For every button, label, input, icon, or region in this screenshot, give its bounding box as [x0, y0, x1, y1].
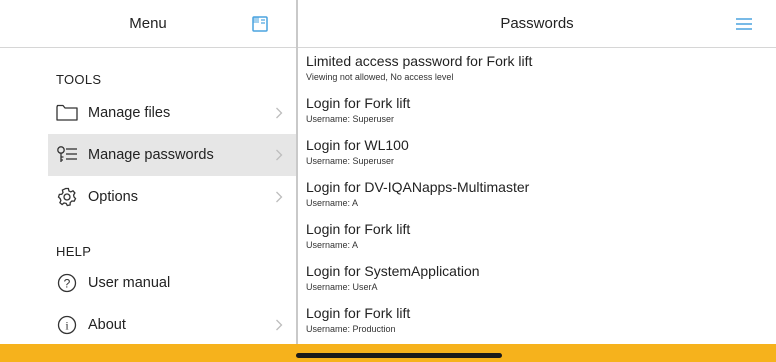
folder-icon — [56, 102, 78, 124]
password-subtitle: Username: A — [306, 198, 359, 208]
password-subtitle: Username: Superuser — [306, 156, 395, 166]
password-list-item[interactable]: Login for DV-IQANapps-Multimaster Userna… — [298, 174, 776, 216]
password-list-item[interactable]: Login for Fork lift Username: Production — [298, 300, 776, 342]
menu-item-label: User manual — [88, 275, 171, 291]
menu-item-label: Options — [88, 189, 138, 205]
chevron-right-icon — [272, 317, 286, 333]
menu-header: Menu — [0, 0, 296, 48]
sidebar-toggle-icon[interactable] — [250, 14, 270, 34]
password-list-item[interactable]: Login for Fork lift Username: Superuser — [298, 90, 776, 132]
password-list-item[interactable]: Login for WL100 Username: Superuser — [298, 132, 776, 174]
menu-item-options[interactable]: Options — [48, 176, 296, 218]
password-list-item[interactable]: Login for SystemApplication Username: Us… — [298, 258, 776, 300]
menu-item-user-manual[interactable]: ? User manual — [48, 262, 296, 304]
password-title: Login for DV-IQANapps-Multimaster — [306, 179, 530, 195]
home-indicator[interactable] — [296, 353, 502, 358]
menu-item-label: Manage passwords — [88, 147, 214, 163]
question-circle-icon: ? — [56, 272, 78, 294]
chevron-right-icon — [272, 147, 286, 163]
password-list: Limited access password for Fork lift Vi… — [298, 48, 776, 342]
passwords-title: Passwords — [500, 15, 574, 32]
password-subtitle: Username: UserA — [306, 282, 378, 292]
password-title: Login for Fork lift — [306, 221, 411, 237]
section-heading-help: HELP — [56, 244, 92, 259]
menu-item-about[interactable]: i About — [48, 304, 296, 346]
password-title: Login for WL100 — [306, 137, 409, 153]
password-title: Login for SystemApplication — [306, 263, 480, 279]
password-title: Login for Fork lift — [306, 305, 411, 321]
svg-text:i: i — [65, 319, 69, 333]
key-list-icon — [56, 144, 78, 166]
menu-item-label: Manage files — [88, 105, 171, 121]
menu-item-manage-files[interactable]: Manage files — [48, 92, 296, 134]
password-list-item[interactable]: Limited access password for Fork lift Vi… — [298, 48, 776, 90]
password-subtitle: Username: A — [306, 240, 359, 250]
password-subtitle: Username: Superuser — [306, 114, 395, 124]
password-subtitle: Username: Production — [306, 324, 396, 334]
gear-icon — [56, 186, 78, 208]
menu-item-label: About — [88, 317, 126, 333]
password-subtitle: Viewing not allowed, No access level — [306, 72, 454, 82]
password-title: Login for Fork lift — [306, 95, 411, 111]
info-circle-icon: i — [56, 314, 78, 336]
chevron-right-icon — [272, 189, 286, 205]
password-title: Limited access password for Fork lift — [306, 53, 533, 69]
svg-text:?: ? — [64, 277, 71, 291]
menu-title: Menu — [129, 15, 167, 32]
section-heading-tools: TOOLS — [56, 72, 102, 87]
chevron-right-icon — [272, 105, 286, 121]
password-list-item[interactable]: Login for Fork lift Username: A — [298, 216, 776, 258]
menu-panel: Menu TOOLS Manage files Manage passwords… — [0, 0, 296, 344]
passwords-header: Passwords — [298, 0, 776, 48]
hamburger-menu-icon[interactable] — [734, 14, 754, 34]
menu-item-manage-passwords[interactable]: Manage passwords — [48, 134, 296, 176]
